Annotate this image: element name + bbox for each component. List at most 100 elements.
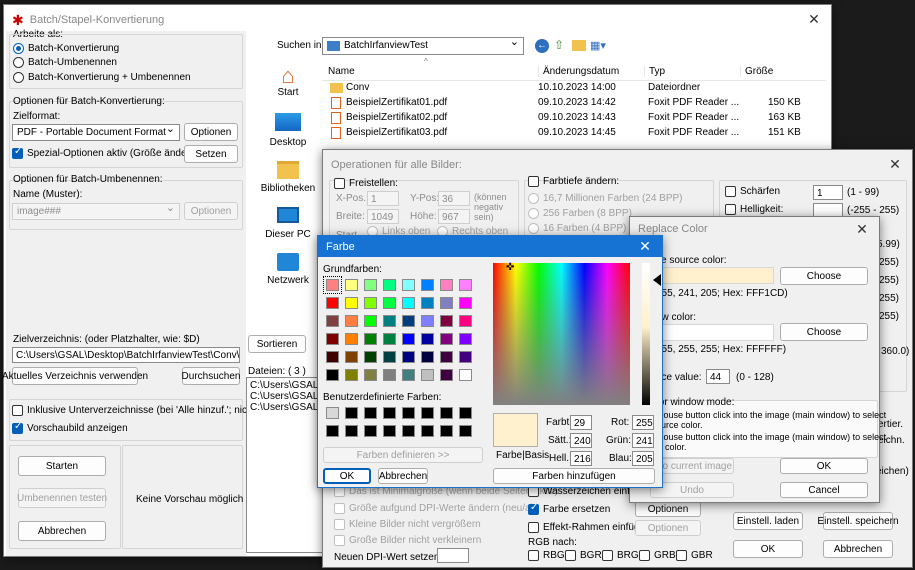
files-listbox[interactable]: C:\Users\GSAL\De C:\Users\GSAL\De C:\Use…: [246, 377, 334, 553]
basic-color-swatch[interactable]: [459, 333, 472, 345]
radio-batch-conversion[interactable]: Batch-Konvertierung: [13, 43, 119, 54]
basic-color-swatch[interactable]: [364, 351, 377, 363]
file-row[interactable]: Conv 10.10.2023 14:00 Dateiordner: [322, 81, 826, 95]
col-type[interactable]: Typ: [644, 66, 665, 77]
radio-batch-both[interactable]: Batch-Konvertierung + Umbenennen: [13, 72, 191, 83]
custom-color-swatch[interactable]: [402, 407, 415, 419]
cancel-button[interactable]: Abbrechen: [823, 540, 893, 558]
color-ok-button[interactable]: OK: [323, 468, 371, 484]
custom-color-swatch[interactable]: [421, 407, 434, 419]
basic-color-swatch[interactable]: [383, 351, 396, 363]
basic-color-swatch[interactable]: [402, 279, 415, 291]
custom-color-swatch[interactable]: [459, 407, 472, 419]
close-button[interactable]: ✕: [884, 154, 906, 174]
basic-color-swatch[interactable]: [421, 279, 434, 291]
basic-color-swatch[interactable]: [383, 315, 396, 327]
luminance-arrow-icon[interactable]: [653, 274, 661, 286]
custom-color-swatch[interactable]: [345, 425, 358, 437]
basic-color-swatch[interactable]: [440, 333, 453, 345]
basic-color-swatch[interactable]: [440, 279, 453, 291]
place-this-pc[interactable]: Dieser PC: [262, 207, 314, 240]
name-pattern-select[interactable]: image###: [12, 201, 180, 220]
folder-select[interactable]: BatchIrfanviewTest: [322, 35, 524, 55]
use-current-dir-button[interactable]: Aktuelles Verzeichnis verwenden: [2, 367, 148, 385]
custom-color-swatch[interactable]: [459, 425, 472, 437]
basic-color-swatch[interactable]: [421, 333, 434, 345]
no-shrink-checkbox[interactable]: Große Bilder nicht verkleinern: [334, 535, 481, 546]
tolerance-input[interactable]: 44: [706, 369, 730, 384]
dpi-resize-checkbox[interactable]: Größe aufgund DPI-Werte ändern (neu/alt): [334, 503, 539, 514]
custom-color-swatch[interactable]: [364, 407, 377, 419]
basic-color-swatch[interactable]: [345, 351, 358, 363]
col-date[interactable]: Änderungsdatum: [538, 66, 619, 77]
list-item[interactable]: C:\Users\GSAL\De: [250, 391, 334, 402]
custom-color-swatch[interactable]: [383, 425, 396, 437]
target-format-select[interactable]: PDF - Portable Document Format: [12, 122, 180, 141]
choose-new-button[interactable]: Choose: [780, 323, 868, 341]
replace-ok-button[interactable]: OK: [780, 458, 868, 474]
basic-color-swatch[interactable]: [383, 297, 396, 309]
basic-color-swatch[interactable]: [440, 351, 453, 363]
lum-input[interactable]: 216: [570, 451, 592, 466]
hue-input[interactable]: 29: [570, 415, 592, 430]
show-preview-checkbox[interactable]: Vorschaubild anzeigen: [12, 421, 128, 434]
basic-color-swatch[interactable]: [323, 276, 342, 294]
basic-color-swatch[interactable]: [364, 315, 377, 327]
basic-color-swatch[interactable]: [402, 333, 415, 345]
basic-color-swatch[interactable]: [326, 369, 339, 381]
place-desktop[interactable]: Desktop: [262, 113, 314, 148]
up-folder-icon[interactable]: ⇧: [554, 38, 568, 52]
basic-color-swatch[interactable]: [383, 279, 396, 291]
frame-options-button[interactable]: Optionen: [635, 520, 701, 536]
close-button[interactable]: ✕: [634, 236, 656, 256]
basic-color-swatch[interactable]: [459, 351, 472, 363]
basic-color-swatch[interactable]: [364, 279, 377, 291]
frame-effect-checkbox[interactable]: Effekt-Rahmen einfüg.: [528, 522, 642, 533]
set-button[interactable]: Setzen: [184, 145, 238, 163]
ok-button[interactable]: OK: [733, 540, 803, 558]
list-item[interactable]: C:\Users\GSAL\De: [250, 402, 334, 413]
save-settings-button[interactable]: Einstell. speichern: [817, 512, 899, 530]
sharpen-input[interactable]: 1: [813, 185, 843, 200]
basic-color-swatch[interactable]: [402, 351, 415, 363]
replace-cancel-button[interactable]: Cancel: [780, 482, 868, 498]
custom-color-swatch[interactable]: [440, 425, 453, 437]
basic-color-swatch[interactable]: [364, 297, 377, 309]
no-enlarge-checkbox[interactable]: Kleine Bilder nicht vergrößern: [334, 519, 481, 530]
basic-color-swatch[interactable]: [459, 297, 472, 309]
basic-color-swatch[interactable]: [383, 369, 396, 381]
basic-color-swatch[interactable]: [440, 315, 453, 327]
file-row[interactable]: BeispielZertifikat01.pdf 09.10.2023 14:4…: [322, 96, 826, 110]
start-button[interactable]: Starten: [18, 456, 106, 476]
basic-color-swatch[interactable]: [402, 297, 415, 309]
dpi-input[interactable]: [437, 548, 469, 563]
custom-color-swatch[interactable]: [364, 425, 377, 437]
basic-color-swatch[interactable]: [345, 369, 358, 381]
sharpen-checkbox[interactable]: Schärfen: [725, 186, 780, 197]
rgb-option-rbg[interactable]: RBG: [528, 550, 565, 561]
custom-color-swatch[interactable]: [421, 425, 434, 437]
view-menu-icon[interactable]: ▦▾: [590, 39, 608, 52]
close-button[interactable]: ✕: [803, 9, 825, 29]
add-color-button[interactable]: Farben hinzufügen: [493, 468, 655, 484]
test-rename-button[interactable]: Umbenennen testen: [17, 488, 107, 508]
format-options-button[interactable]: Optionen: [184, 123, 238, 141]
rgb-option-grb[interactable]: GRB: [639, 550, 676, 561]
place-home[interactable]: ⌂ Start: [262, 65, 314, 99]
color-depth-checkbox[interactable]: Farbtiefe ändern:: [528, 176, 619, 187]
basic-color-swatch[interactable]: [440, 297, 453, 309]
color-spectrum[interactable]: [493, 263, 630, 405]
place-libraries[interactable]: Bibliotheken: [258, 161, 318, 194]
basic-color-swatch[interactable]: [326, 333, 339, 345]
radio-4bpp[interactable]: 16 Farben (4 BPP): [528, 223, 626, 234]
define-colors-button[interactable]: Farben definieren >>: [323, 447, 483, 463]
rename-options-button[interactable]: Optionen: [184, 202, 238, 220]
sat-input[interactable]: 240: [570, 433, 592, 448]
list-item[interactable]: C:\Users\GSAL\De: [250, 380, 334, 391]
basic-color-swatch[interactable]: [421, 315, 434, 327]
custom-color-swatch[interactable]: [402, 425, 415, 437]
custom-color-swatch[interactable]: [345, 407, 358, 419]
place-network[interactable]: Netzwerk: [262, 253, 314, 286]
basic-color-swatch[interactable]: [440, 369, 453, 381]
load-settings-button[interactable]: Einstell. laden: [733, 512, 803, 530]
